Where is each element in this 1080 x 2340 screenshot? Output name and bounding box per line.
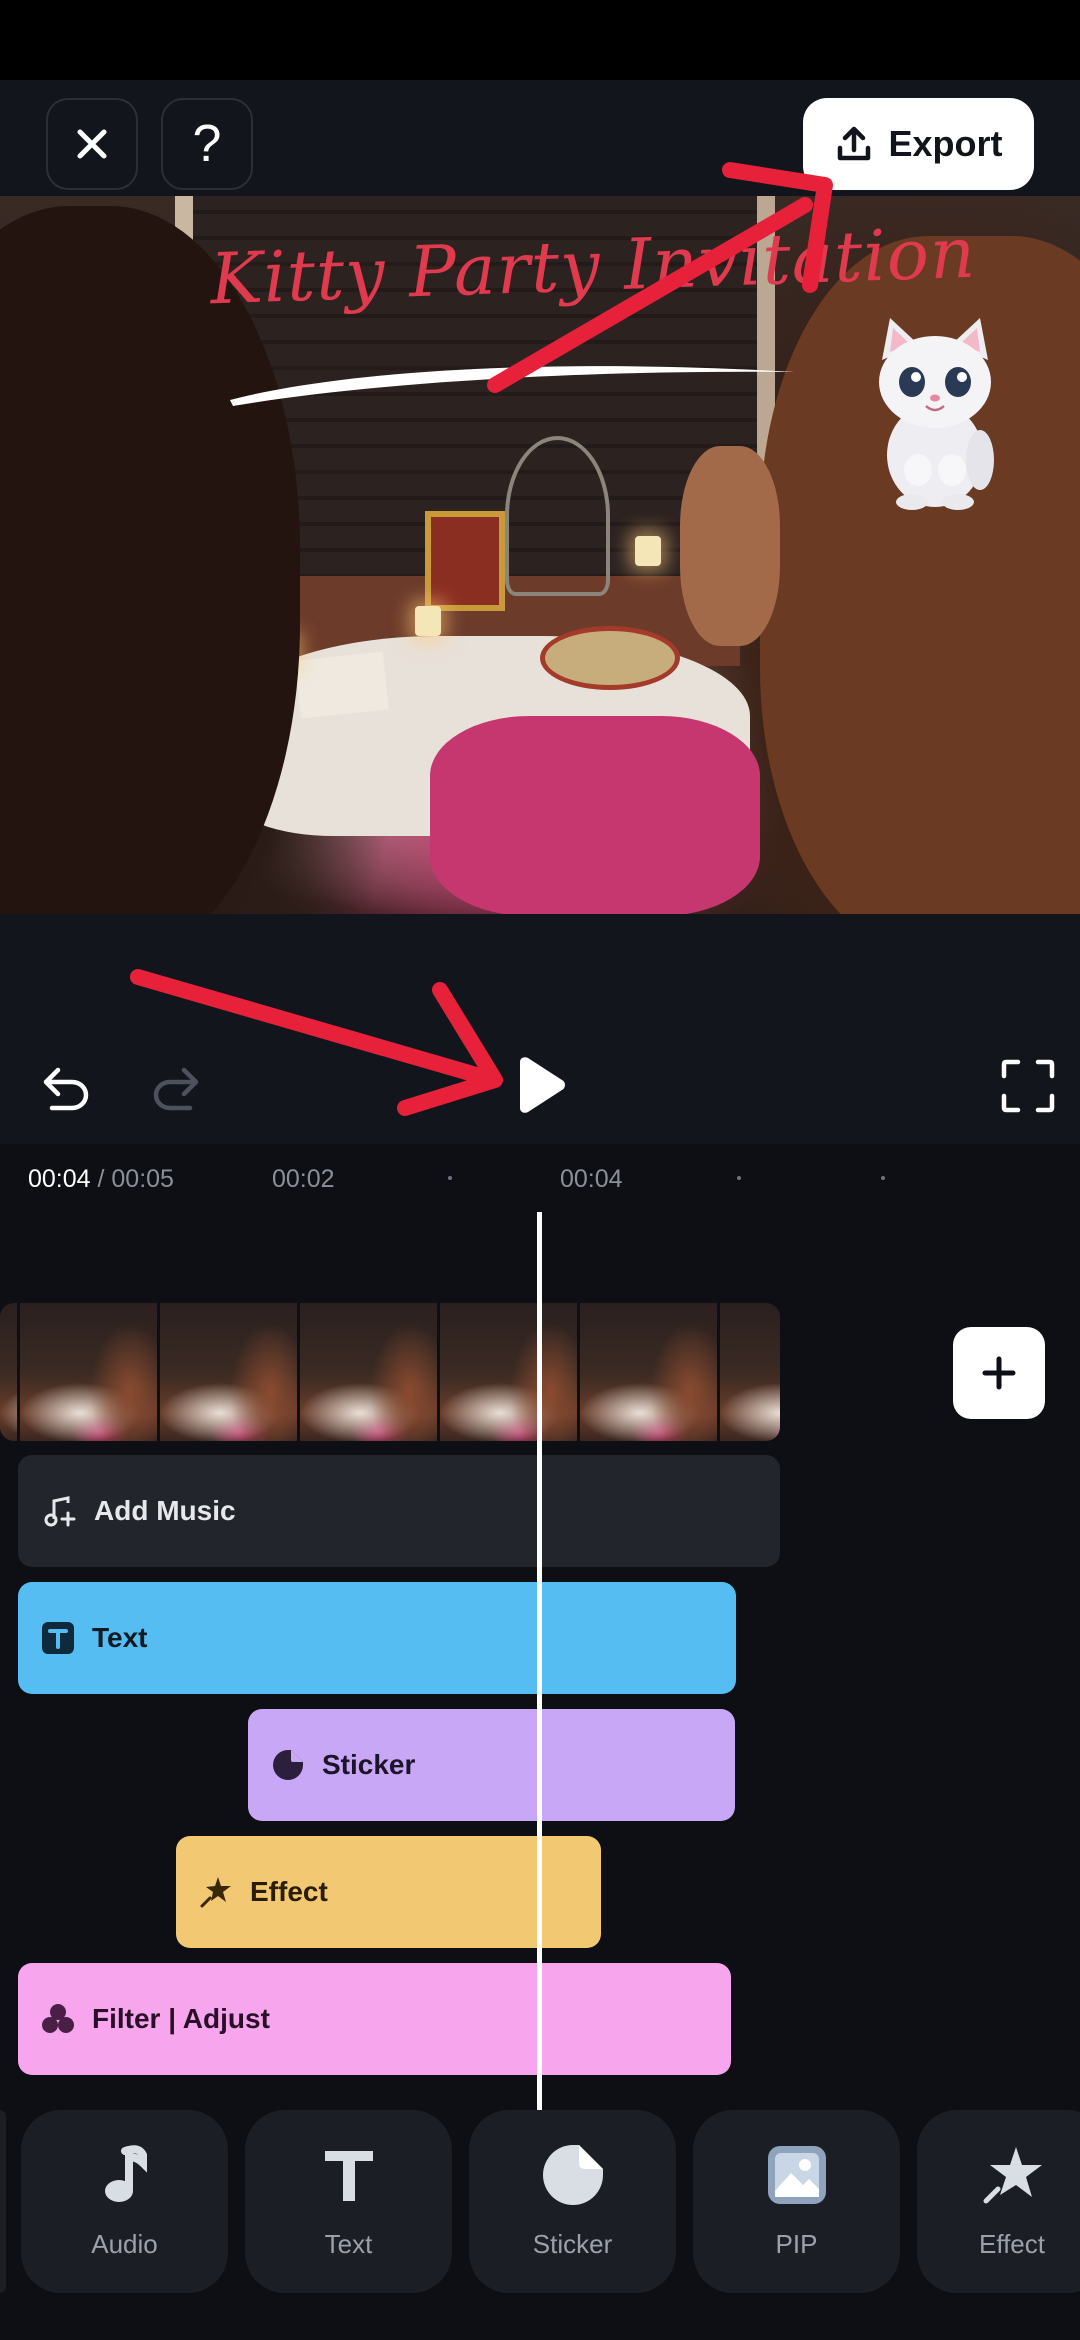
- effect-track-label: Effect: [250, 1876, 328, 1907]
- status-bar: [0, 0, 1080, 80]
- question-icon: ?: [192, 115, 222, 173]
- image-icon: [765, 2143, 829, 2207]
- undo-icon[interactable]: [36, 1058, 92, 1114]
- clip-frame: [20, 1303, 160, 1441]
- nav-effect[interactable]: Effect: [917, 2110, 1080, 2293]
- sticker-track-label: Sticker: [322, 1749, 416, 1780]
- sticker-icon: [270, 1747, 306, 1783]
- nav-audio-label: Audio: [91, 2229, 158, 2259]
- sticker-track[interactable]: Sticker: [248, 1709, 735, 1821]
- text-track[interactable]: Text: [18, 1582, 736, 1694]
- video-clip-filmstrip[interactable]: [0, 1303, 780, 1441]
- export-label: Export: [888, 123, 1003, 164]
- clip-frame: [0, 1303, 20, 1441]
- help-button[interactable]: ?: [161, 98, 253, 190]
- preview-cage: [505, 436, 610, 596]
- nav-pip[interactable]: PIP: [693, 2110, 900, 2293]
- close-icon: [77, 129, 107, 159]
- current-time: 00:04: [28, 1165, 91, 1193]
- timeline-tick: 00:02: [272, 1165, 335, 1193]
- timeline-dot: [881, 1176, 885, 1180]
- export-button[interactable]: Export: [803, 98, 1034, 190]
- text-t-icon: [40, 1620, 76, 1656]
- star-effect-icon: [980, 2143, 1044, 2207]
- music-note-icon: [93, 2143, 157, 2207]
- timeline-tick: 00:04: [560, 1165, 623, 1193]
- nav-effect-label: Effect: [978, 2229, 1045, 2259]
- play-button[interactable]: [512, 1056, 568, 1114]
- nav-audio[interactable]: Audio: [21, 2110, 228, 2293]
- clip-frame: [580, 1303, 720, 1441]
- close-button[interactable]: [46, 98, 138, 190]
- video-editor-screen: ? Export Kitty Party Invitation 00:04 / …: [0, 0, 1080, 2340]
- nav-sticker-label: Sticker: [532, 2229, 613, 2259]
- nav-sticker[interactable]: Sticker: [469, 2110, 676, 2293]
- preview-card: [295, 651, 389, 719]
- clip-frame: [440, 1303, 580, 1441]
- add-music-label: Add Music: [94, 1495, 236, 1526]
- preview-frame: [425, 511, 505, 611]
- preview-candle: [415, 606, 441, 636]
- add-music-track[interactable]: Add Music: [18, 1455, 780, 1567]
- playhead[interactable]: [537, 1212, 542, 2110]
- upload-icon: [838, 126, 871, 161]
- total-time: / 00:05: [90, 1165, 174, 1193]
- preview-hands: [680, 446, 780, 646]
- nav-pip-label: PIP: [775, 2229, 818, 2259]
- add-clip-button[interactable]: [953, 1327, 1045, 1419]
- filter-track-label: Filter | Adjust: [92, 2003, 270, 2034]
- text-track-label: Text: [92, 1622, 148, 1653]
- redo-icon[interactable]: [150, 1058, 206, 1114]
- nav-text[interactable]: Text: [245, 2110, 452, 2293]
- filter-circles-icon: [40, 2001, 76, 2037]
- filter-adjust-track[interactable]: Filter | Adjust: [18, 1963, 731, 2075]
- fullscreen-icon[interactable]: [1000, 1058, 1056, 1114]
- clip-frame: [160, 1303, 300, 1441]
- swoosh-decoration: [230, 366, 795, 406]
- timeline-dot: [448, 1176, 452, 1180]
- music-add-icon: [42, 1493, 78, 1529]
- cat-sticker[interactable]: [860, 310, 1010, 510]
- plus-icon: [982, 1356, 1016, 1390]
- clip-frame: [720, 1303, 780, 1441]
- timecode: 00:04 / 00:05: [28, 1165, 174, 1194]
- preview-pink-cloth: [430, 716, 760, 914]
- nav-text-label: Text: [324, 2229, 373, 2259]
- preview-plate: [540, 626, 680, 690]
- text-t-icon: [317, 2143, 381, 2207]
- preview-candle: [635, 536, 661, 566]
- bottom-nav-edge: [0, 2110, 6, 2293]
- timeline-dot: [737, 1176, 741, 1180]
- star-effect-icon: [198, 1874, 234, 1910]
- sticker-icon: [541, 2143, 605, 2207]
- clip-frame: [300, 1303, 440, 1441]
